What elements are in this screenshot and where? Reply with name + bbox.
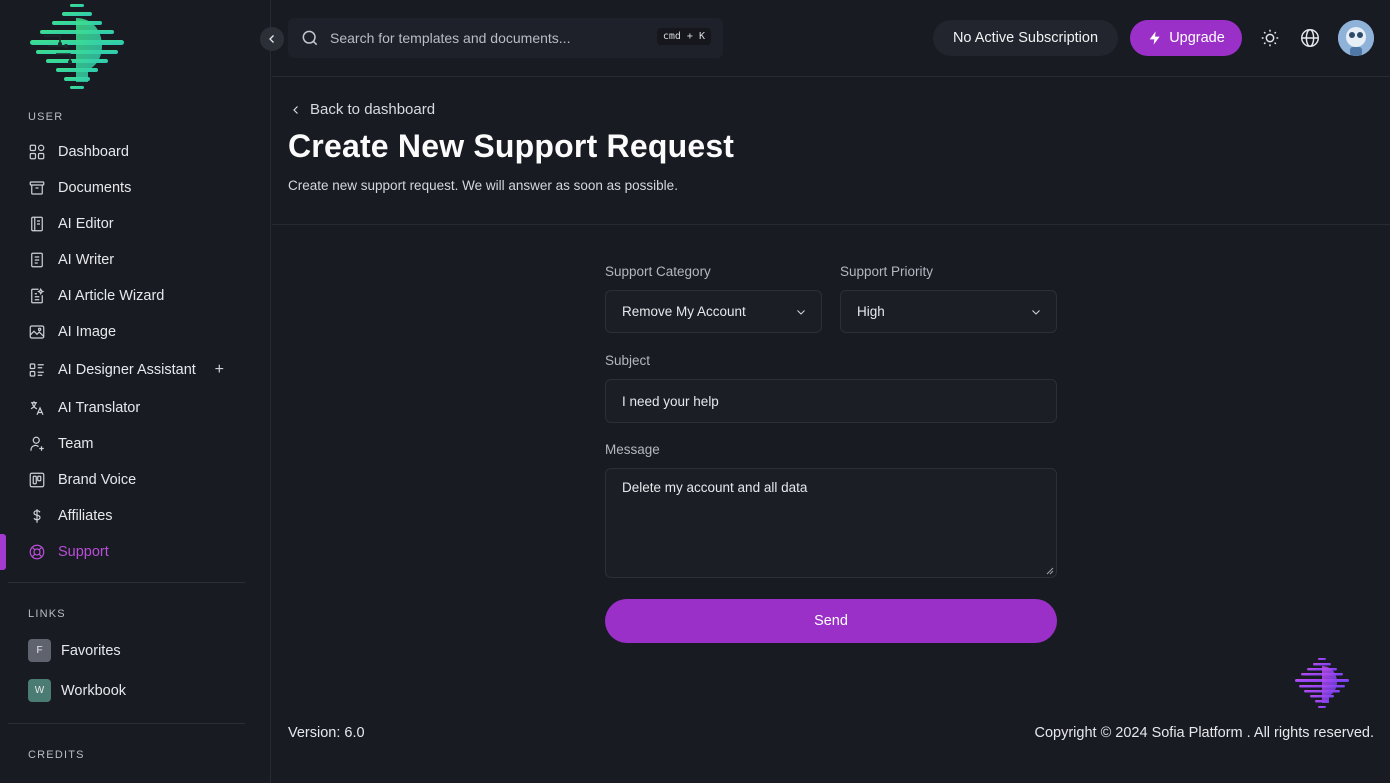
subscription-status[interactable]: No Active Subscription [933,20,1118,56]
user-avatar[interactable] [1338,20,1374,56]
sidebar-item-label: AI Article Wizard [58,288,165,304]
subject-input[interactable]: I need your help [605,379,1057,423]
chevron-left-icon [269,35,274,43]
lifebuoy-icon [29,544,45,560]
sidebar-item-documents[interactable]: Documents [28,176,238,200]
message-value: Delete my account and all data [622,480,808,495]
sidebar-item-team[interactable]: Team [28,432,238,456]
sidebar-link-favorites[interactable]: F Favorites [28,639,121,662]
assistant-logo-button[interactable] [1293,656,1351,714]
sidebar: USER Dashboard Documents AI Editor AI Wr… [0,0,271,783]
sidebar-item-label: AI Image [58,324,117,340]
back-label: Back to dashboard [310,101,436,118]
sidebar-item-brand-voice[interactable]: Brand Voice [28,468,238,492]
link-label: Workbook [61,682,127,699]
sidebar-item-support[interactable]: Support [28,540,238,564]
chevron-down-icon [1032,310,1040,315]
lightning-icon [1149,31,1160,45]
resize-handle-icon[interactable] [1046,567,1054,575]
search-input[interactable] [330,30,650,46]
subject-label: Subject [605,353,651,368]
sidebar-item-dashboard[interactable]: Dashboard [28,140,238,164]
active-indicator [0,534,6,570]
support-category-select[interactable]: Remove My Account [605,290,822,333]
copyright-text: Copyright © 2024 Sofia Platform . All ri… [1034,725,1374,741]
support-priority-value: High [857,304,885,319]
search-bar[interactable]: cmd + K [288,18,723,58]
back-to-dashboard-link[interactable]: Back to dashboard [290,101,435,118]
sidebar-item-label: Dashboard [58,144,129,160]
sidebar-item-ai-article-wizard[interactable]: AI Article Wizard [28,284,238,308]
sidebar-item-label: Affiliates [58,508,113,524]
header-divider [272,76,1390,77]
sun-icon[interactable] [1259,27,1281,49]
user-plus-icon [30,436,44,451]
sidebar-item-label: Documents [58,180,132,196]
page-subtitle: Create new support request. We will answ… [288,178,678,193]
sidebar-item-label: Support [58,544,109,560]
sidebar-item-ai-designer-assistant[interactable]: AI Designer Assistant + [28,358,238,382]
archive-icon [29,181,45,195]
section-label-user: USER [28,111,64,123]
dollar-icon [33,509,41,523]
chevron-down-icon [797,310,805,315]
sidebar-item-label: AI Editor [58,216,114,232]
brand-logo[interactable] [26,0,128,100]
sidebar-link-workbook[interactable]: W Workbook [28,679,126,702]
image-icon [29,325,45,339]
link-label: Favorites [61,642,121,659]
grid-icon [29,144,45,160]
sidebar-item-label: AI Writer [58,252,115,268]
sidebar-item-label: Brand Voice [58,472,137,488]
support-category-value: Remove My Account [622,304,746,319]
support-priority-label: Support Priority [840,264,934,279]
sidebar-item-ai-writer[interactable]: AI Writer [28,248,238,272]
upgrade-button[interactable]: Upgrade [1130,20,1242,56]
expand-plus-icon[interactable]: + [215,361,224,379]
search-icon [302,30,318,46]
collapse-sidebar-button[interactable] [260,27,284,51]
version-text: Version: 6.0 [288,725,365,741]
sidebar-item-label: AI Designer Assistant [58,362,196,378]
sidebar-divider [8,723,245,724]
sidebar-divider [8,582,245,583]
sidebar-item-ai-editor[interactable]: AI Editor [28,212,238,236]
content-divider [272,224,1390,225]
link-badge: W [28,679,51,702]
link-badge: F [28,639,51,662]
chevron-left-icon [293,105,298,114]
message-textarea[interactable]: Delete my account and all data [605,468,1057,578]
section-label-credits: CREDITS [28,749,85,761]
shortcut-hint: cmd + K [656,28,711,45]
send-button[interactable]: Send [605,599,1057,643]
sidebar-item-affiliates[interactable]: Affiliates [28,504,238,528]
sidebar-item-label: Team [58,436,94,452]
sidebar-item-ai-image[interactable]: AI Image [28,320,238,344]
globe-icon[interactable] [1299,27,1321,49]
page-title: Create New Support Request [288,128,735,164]
document-icon [31,252,43,268]
support-category-label: Support Category [605,264,711,279]
translate-icon [30,401,44,415]
message-label: Message [605,442,660,457]
section-label-links: LINKS [28,608,66,620]
notebook-icon [31,216,43,232]
article-wizard-icon [31,287,45,304]
sidebar-item-ai-translator[interactable]: AI Translator [28,396,238,420]
sidebar-item-label: AI Translator [58,400,141,416]
upgrade-label: Upgrade [1169,30,1225,46]
support-priority-select[interactable]: High [840,290,1057,333]
layout-list-icon [29,363,44,377]
brand-voice-icon [29,472,45,488]
